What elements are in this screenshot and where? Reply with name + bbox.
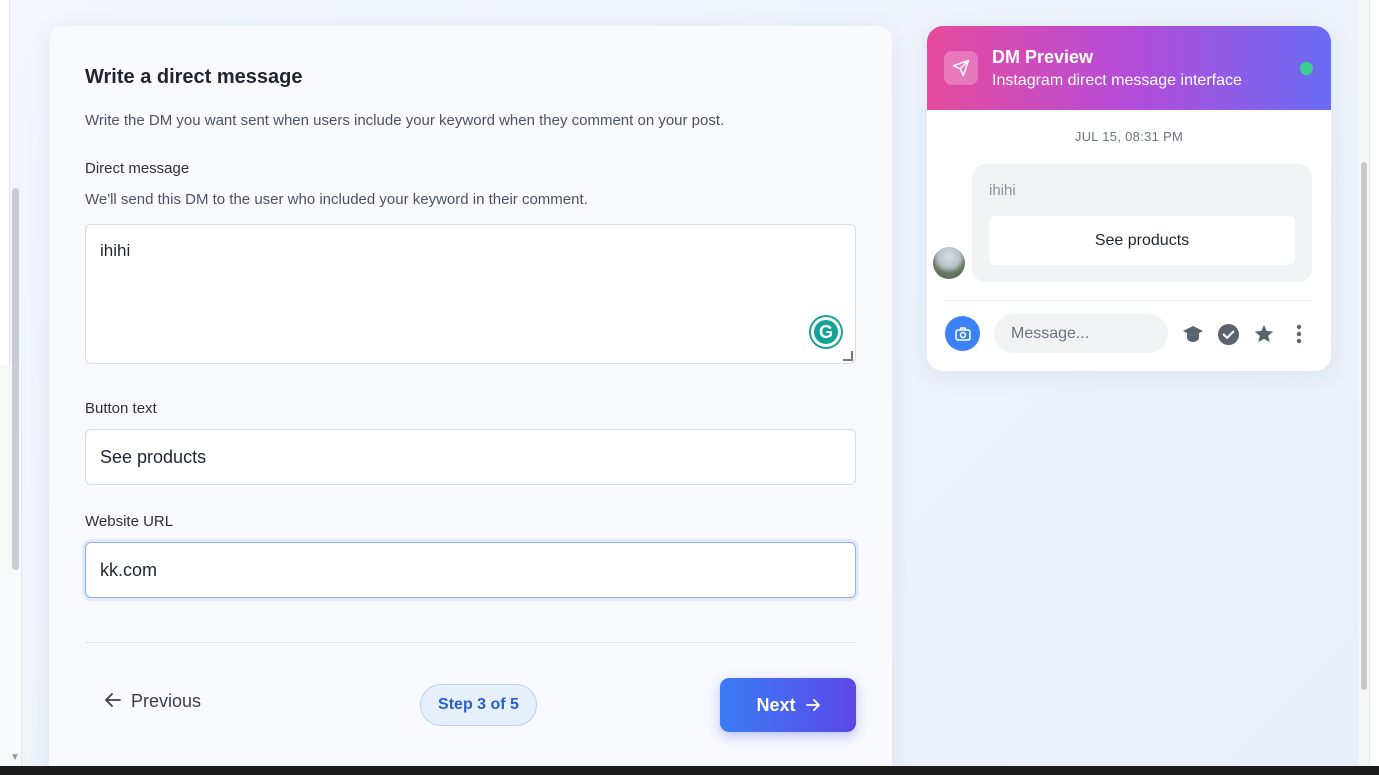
resize-handle-icon[interactable] xyxy=(843,351,853,361)
bottom-bar xyxy=(0,766,1379,775)
star-icon[interactable] xyxy=(1252,322,1276,346)
page-title: Write a direct message xyxy=(85,66,303,88)
left-scroll-track xyxy=(0,0,22,766)
more-vertical-icon[interactable] xyxy=(1287,322,1311,346)
direct-message-value: ihihi xyxy=(100,241,131,260)
message-bubble: ihihi See products xyxy=(972,164,1312,282)
website-url-value: kk.com xyxy=(100,559,158,580)
button-text-value: See products xyxy=(100,446,207,467)
check-circle-icon[interactable] xyxy=(1216,322,1240,346)
preview-header: DM Preview Instagram direct message inte… xyxy=(927,26,1331,110)
button-text-input[interactable]: See products xyxy=(85,429,856,485)
direct-message-textarea[interactable]: ihihi G xyxy=(85,224,856,364)
app-viewport: ▼ Write a direct message Write the DM yo… xyxy=(0,0,1379,766)
scroll-down-arrow-icon[interactable]: ▼ xyxy=(10,752,20,763)
send-icon xyxy=(944,51,978,85)
message-composer-input[interactable]: Message... xyxy=(994,314,1168,353)
arrow-right-icon xyxy=(805,695,820,716)
dm-preview-card: DM Preview Instagram direct message inte… xyxy=(927,26,1331,371)
website-url-input[interactable]: kk.com xyxy=(85,542,856,598)
arrow-left-icon xyxy=(105,691,121,712)
form-divider xyxy=(85,642,856,643)
right-window-edge xyxy=(1369,0,1379,766)
avatar xyxy=(933,247,965,279)
message-composer-placeholder: Message... xyxy=(1011,324,1090,342)
preview-cta-button[interactable]: See products xyxy=(989,216,1295,265)
button-text-label: Button text xyxy=(85,400,157,417)
left-scrollbar-thumb[interactable] xyxy=(12,188,19,570)
preview-subtitle: Instagram direct message interface xyxy=(992,72,1242,89)
previous-button[interactable]: Previous xyxy=(105,691,201,712)
composer-divider xyxy=(944,300,1312,301)
online-status-dot xyxy=(1300,62,1313,75)
grammarly-icon[interactable]: G xyxy=(811,317,841,347)
page-description: Write the DM you want sent when users in… xyxy=(85,112,725,129)
message-timestamp: JUL 15, 08:31 PM xyxy=(1074,129,1184,144)
website-url-label: Website URL xyxy=(85,513,174,530)
graduation-cap-icon[interactable] xyxy=(1181,322,1205,346)
direct-message-help: We'll send this DM to the user who inclu… xyxy=(85,191,588,208)
next-button[interactable]: Next xyxy=(720,678,856,732)
direct-message-label: Direct message xyxy=(85,160,190,177)
page-scrollbar-thumb[interactable] xyxy=(1361,162,1367,690)
preview-title: DM Preview xyxy=(992,47,1094,67)
previous-button-label: Previous xyxy=(131,691,202,711)
page-scrollbar[interactable] xyxy=(1359,0,1369,766)
next-button-label: Next xyxy=(756,694,796,715)
step-indicator: Step 3 of 5 xyxy=(420,684,537,726)
camera-icon[interactable] xyxy=(945,316,980,351)
dm-form-card: Write a direct message Write the DM you … xyxy=(49,26,892,766)
message-text: ihihi xyxy=(989,182,1016,199)
